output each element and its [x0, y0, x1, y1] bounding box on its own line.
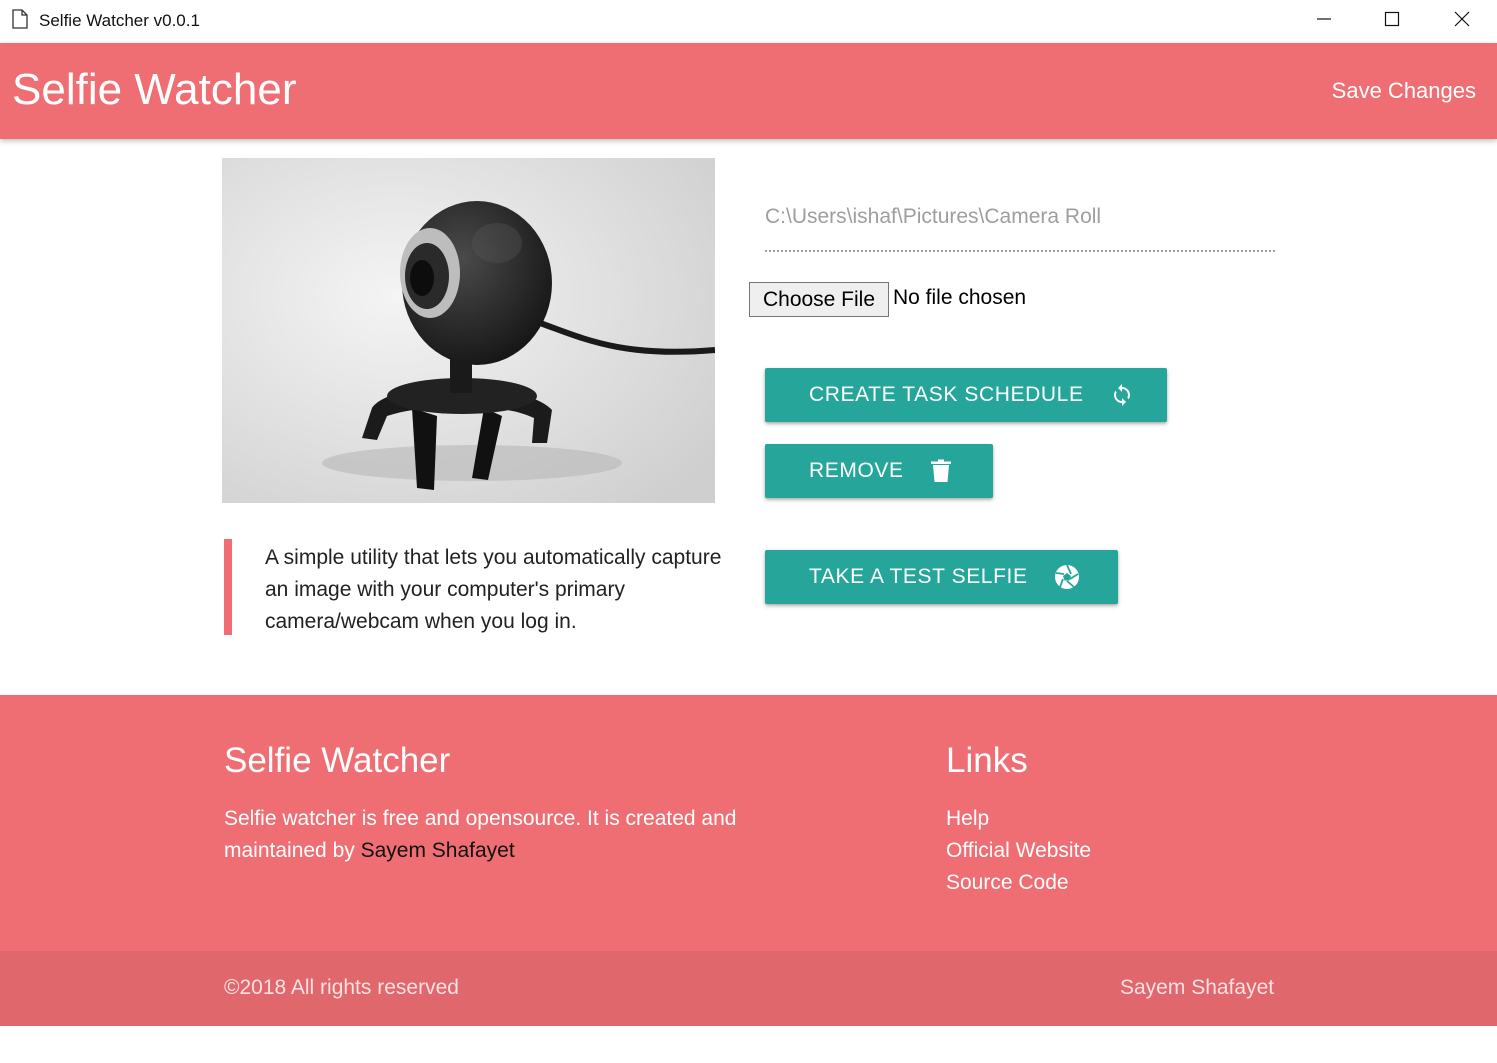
create-task-schedule-label: CREATE TASK SCHEDULE [809, 383, 1084, 406]
file-status-text: No file chosen [893, 286, 1027, 309]
remove-label: REMOVE [809, 459, 904, 482]
choose-file-button[interactable]: Choose File [749, 282, 889, 317]
window-title: Selfie Watcher v0.0.1 [39, 11, 200, 30]
take-test-selfie-label: TAKE A TEST SELFIE [809, 565, 1028, 588]
app-header: Selfie Watcher Save Changes [0, 43, 1497, 139]
footer-links-list: Help Official Website Source Code [946, 803, 1091, 899]
footer-description: Selfie watcher is free and opensource. I… [224, 803, 744, 867]
copyright-text: ©2018 All rights reserved [224, 976, 459, 999]
close-button[interactable] [1427, 0, 1497, 43]
save-changes-link[interactable]: Save Changes [1332, 78, 1476, 104]
webcam-image [222, 158, 715, 503]
footer-link-help[interactable]: Help [946, 803, 1091, 835]
folder-path-field[interactable]: C:\Users\ishaf\Pictures\Camera Roll [765, 198, 1275, 252]
maximize-button[interactable] [1357, 0, 1427, 43]
take-test-selfie-button[interactable]: TAKE A TEST SELFIE [765, 550, 1118, 604]
camera-shutter-icon [1054, 564, 1080, 590]
minimize-icon [1316, 11, 1332, 32]
document-icon [12, 9, 28, 29]
footer: Selfie Watcher Selfie watcher is free an… [0, 695, 1497, 951]
app-description: A simple utility that lets you automatic… [224, 539, 724, 635]
trash-icon [930, 459, 952, 483]
create-task-schedule-button[interactable]: CREATE TASK SCHEDULE [765, 368, 1167, 422]
footer-link-source-code[interactable]: Source Code [946, 867, 1091, 899]
close-icon [1454, 11, 1470, 32]
footer-links-title: Links [946, 741, 1028, 780]
brand-title[interactable]: Selfie Watcher [12, 65, 296, 115]
remove-button[interactable]: REMOVE [765, 444, 993, 498]
minimize-button[interactable] [1289, 0, 1359, 43]
maximize-icon [1384, 11, 1400, 32]
window-titlebar: Selfie Watcher v0.0.1 [0, 0, 1497, 43]
footer-title: Selfie Watcher [224, 741, 451, 780]
refresh-icon [1110, 383, 1134, 407]
footer-link-official-website[interactable]: Official Website [946, 835, 1091, 867]
copyright-author: Sayem Shafayet [1120, 976, 1275, 999]
footer-author-link[interactable]: Sayem Shafayet [361, 839, 515, 862]
copyright-bar: ©2018 All rights reserved Sayem Shafayet [0, 951, 1497, 1026]
folder-path-text: C:\Users\ishaf\Pictures\Camera Roll [765, 205, 1102, 228]
